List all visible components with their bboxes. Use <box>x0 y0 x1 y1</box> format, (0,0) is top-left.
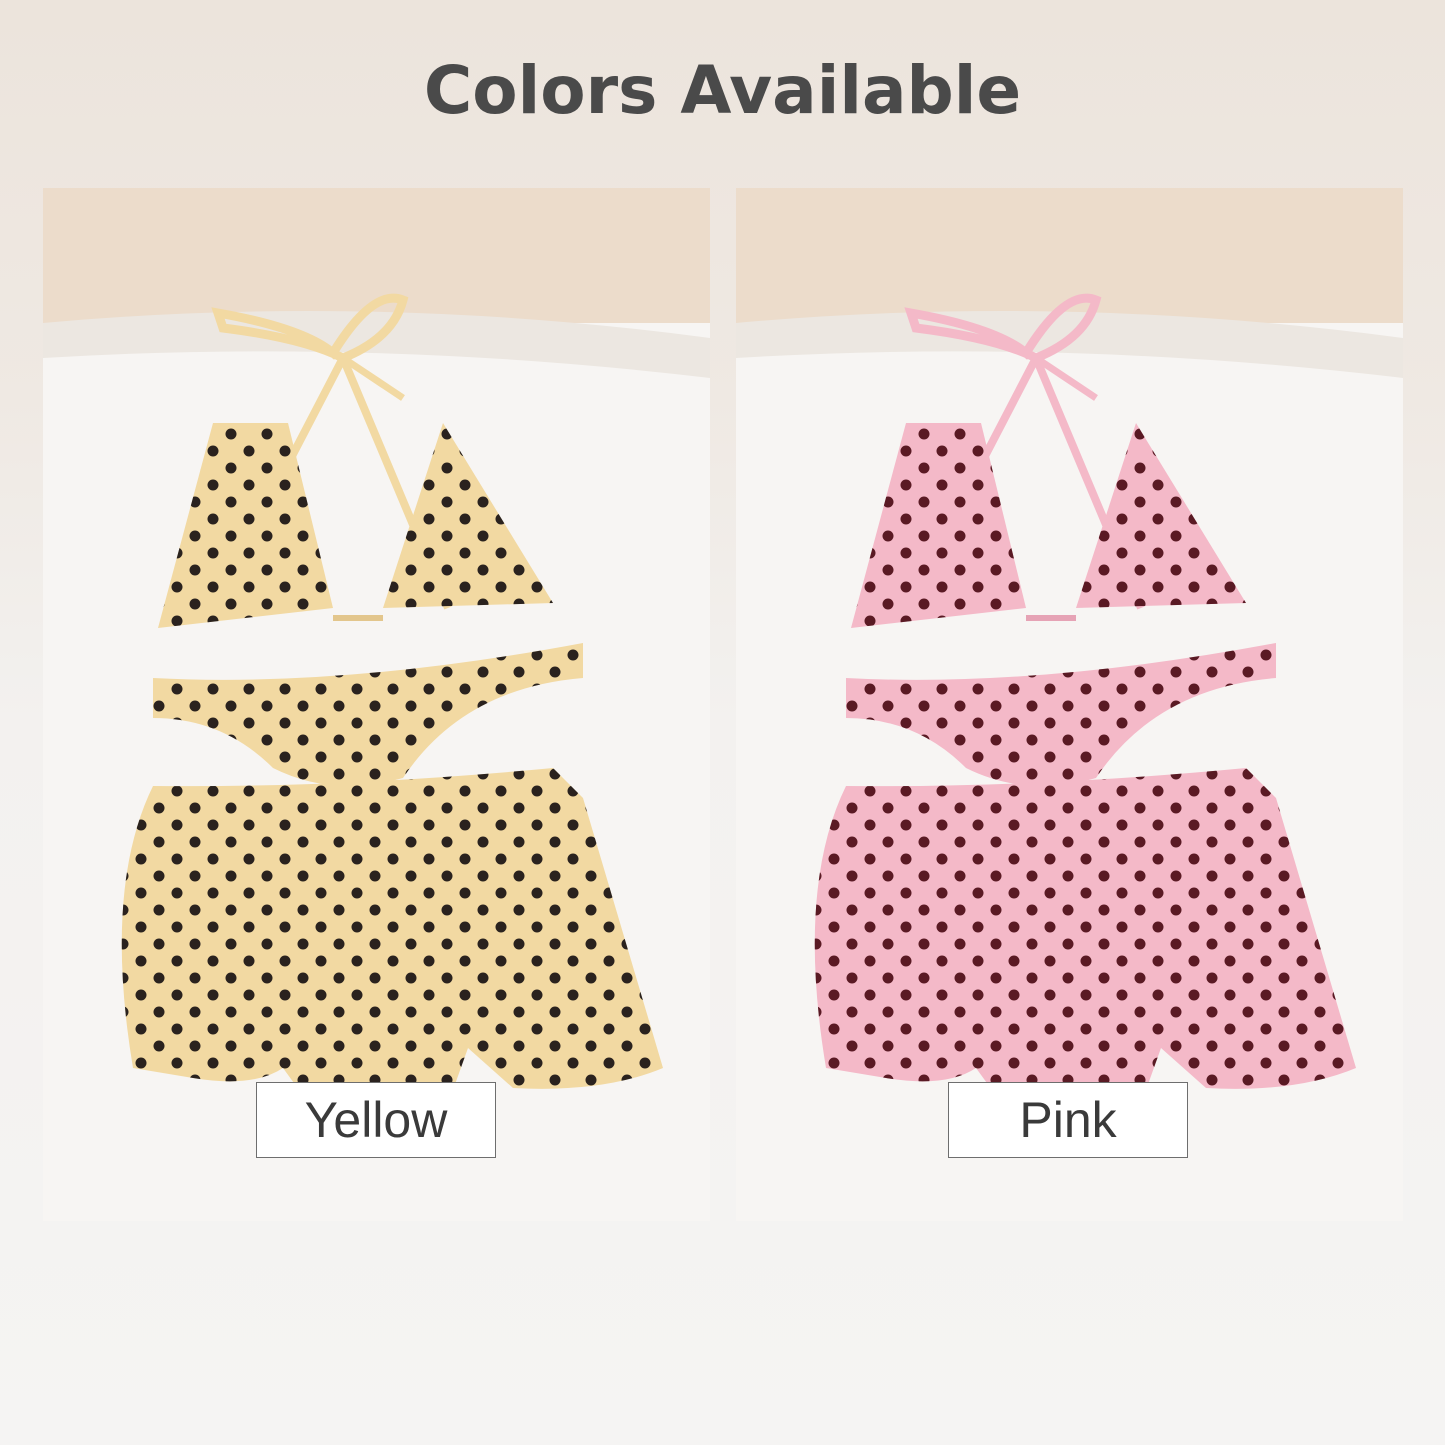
yellow-color-label[interactable]: Yellow <box>256 1082 496 1158</box>
pink-color-label[interactable]: Pink <box>948 1082 1188 1158</box>
pink-swatch-photo <box>736 188 1403 1221</box>
page-title: Colors Available <box>423 52 1022 129</box>
yellow-swatch-photo <box>43 188 710 1221</box>
yellow-swimsuit-image <box>43 188 710 1221</box>
pink-swimsuit-image <box>736 188 1403 1221</box>
